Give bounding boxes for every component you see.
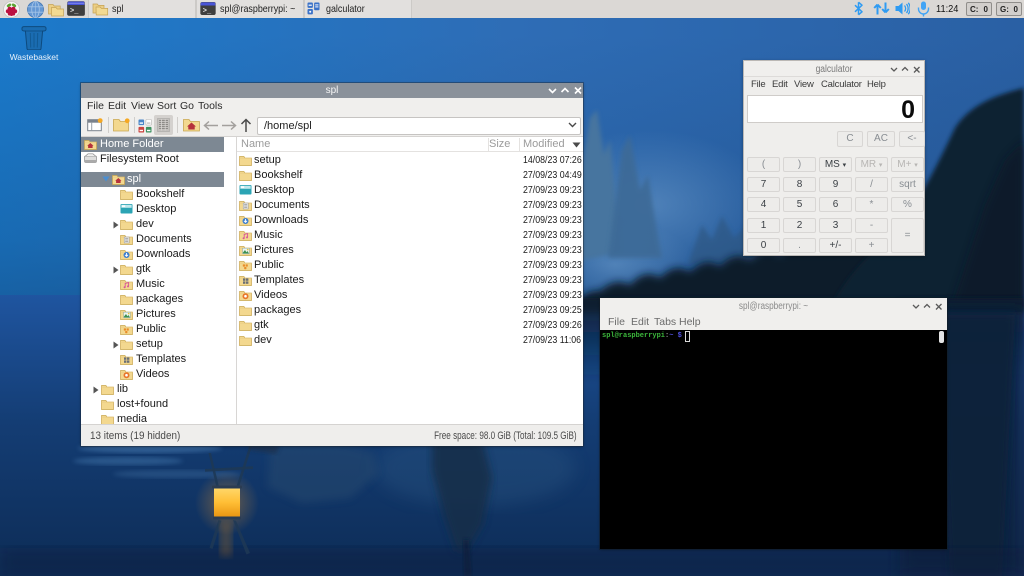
svg-text:>_: >_	[203, 7, 212, 15]
svg-text:>_: >_	[70, 8, 79, 16]
